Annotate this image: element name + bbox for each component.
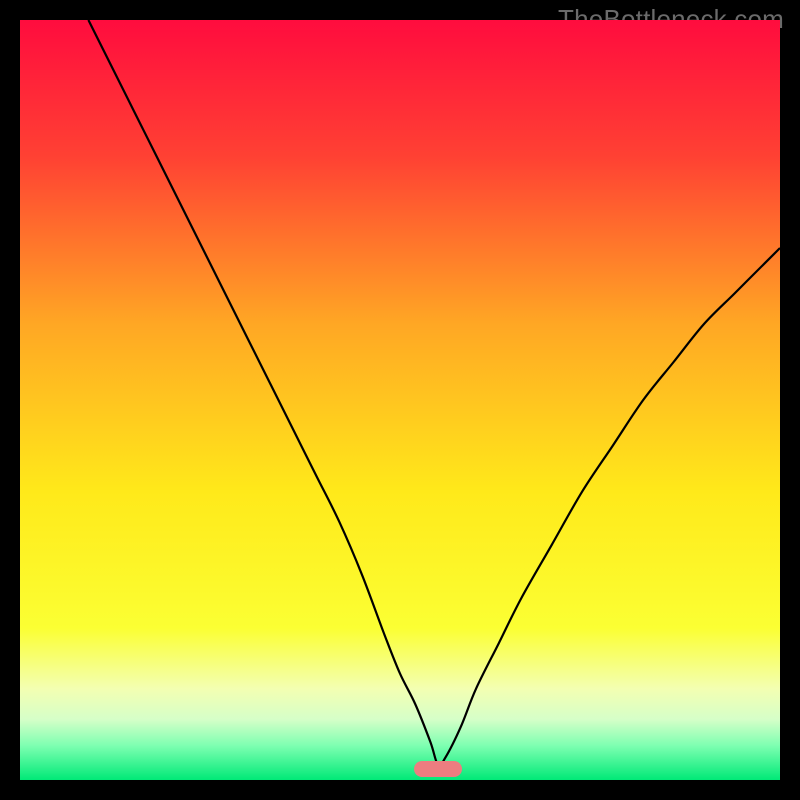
gradient-background (20, 20, 780, 780)
chart-frame: TheBottleneck.com (0, 0, 800, 800)
plot-svg (20, 20, 780, 780)
plot-area (20, 20, 780, 780)
minimum-marker (414, 761, 462, 777)
